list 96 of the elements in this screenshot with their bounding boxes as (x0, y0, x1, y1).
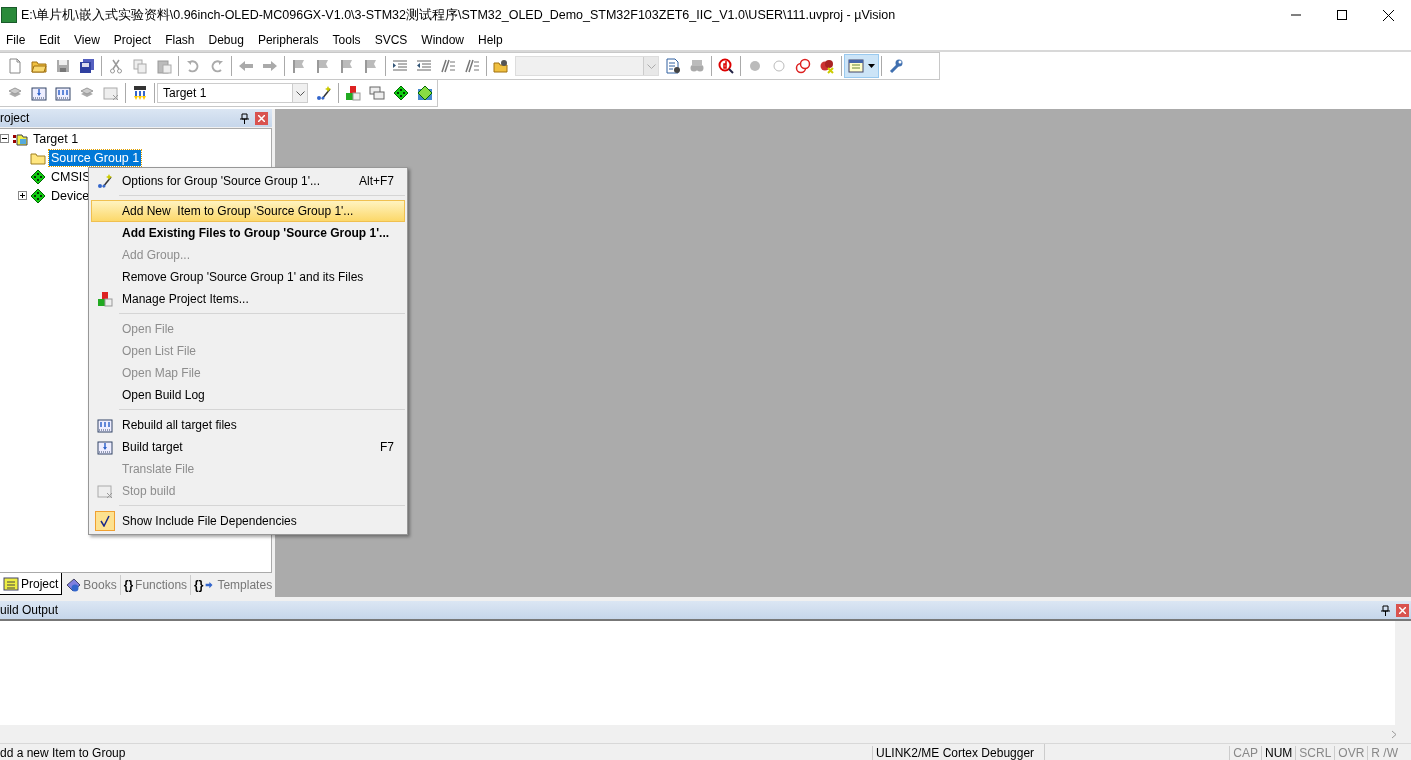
close-icon (258, 114, 265, 122)
panel-tab[interactable]: {} Functions (120, 575, 192, 595)
chevron-down-icon (295, 90, 305, 96)
stop-build-icon (97, 483, 113, 499)
back-arrow-icon[interactable] (238, 58, 254, 74)
chevron-down-icon (646, 63, 656, 69)
key-indicator: R /W (1367, 746, 1401, 760)
undo-icon[interactable] (185, 58, 201, 74)
diamond-icon (30, 168, 46, 185)
diamond-icon (30, 187, 46, 204)
scroll-right-icon[interactable] (1391, 729, 1397, 739)
blocks-icon[interactable] (345, 85, 361, 101)
windows-icon[interactable] (369, 85, 385, 101)
project-icon (3, 575, 19, 592)
tree-item[interactable]: Target 1 (31, 130, 81, 147)
build-icon (97, 439, 113, 455)
wrench-icon[interactable] (888, 58, 904, 74)
build-icon[interactable] (31, 85, 47, 101)
find-in-files-icon[interactable] (493, 58, 509, 74)
rebuild-icon[interactable] (55, 85, 71, 101)
menu-item[interactable]: Options for Group 'Source Group 1'... Alt+F7 (91, 170, 405, 192)
expand-toggle-icon[interactable] (18, 191, 27, 200)
close-icon (1382, 9, 1394, 21)
menu-item[interactable]: SVCS (367, 33, 415, 47)
paste-icon[interactable] (156, 58, 172, 74)
key-indicator: SCRL (1295, 746, 1335, 760)
blocks-icon (97, 291, 113, 307)
unindent-icon[interactable] (416, 58, 432, 74)
menu-item[interactable]: Debug (201, 33, 251, 47)
menu-item[interactable]: Flash (158, 33, 202, 47)
window-menu-button[interactable] (844, 54, 879, 78)
menu-item[interactable]: Edit (32, 33, 68, 47)
caret-icon (868, 64, 875, 68)
debug-icon[interactable] (718, 58, 734, 74)
menu-item[interactable]: Peripherals (250, 33, 326, 47)
diamond-icon[interactable] (393, 85, 409, 101)
panel-tab[interactable]: Books (62, 575, 121, 595)
key-indicator: OVR (1334, 746, 1368, 760)
collapse-toggle-icon[interactable] (0, 134, 9, 143)
menu-item[interactable]: Tools (325, 33, 368, 47)
pin-icon[interactable] (240, 112, 249, 124)
clear-breakpoints-icon[interactable] (819, 58, 835, 74)
menu-item[interactable]: Help (471, 33, 510, 47)
menu-item[interactable]: Remove Group 'Source Group 1' and its Files (91, 266, 405, 288)
comment-icon[interactable] (464, 58, 480, 74)
status-message: dd a new Item to Group (0, 746, 127, 760)
menu-item[interactable]: Build target F7 (91, 436, 405, 458)
close-button[interactable] (1396, 603, 1409, 617)
menu-item[interactable]: Open Build Log (91, 384, 405, 406)
window-title: E:\单片机\嵌入式实验资料\0.96inch-OLED-MC096GX-V1.0\3-STM32测试程序\STM32_OLED_Demo_STM32F103ZET6_IIC_V1.0\USER\111.uvproj - µVision (21, 6, 897, 24)
redo-icon[interactable] (209, 58, 225, 74)
diamond-icon[interactable] (417, 85, 433, 101)
download-icon[interactable] (132, 85, 148, 101)
document-search-icon[interactable] (665, 58, 681, 74)
menu-item[interactable]: Show Include File Dependencies (91, 510, 405, 532)
save-icon[interactable] (55, 58, 71, 74)
cut-icon[interactable] (108, 58, 124, 74)
menu-item[interactable]: File (0, 33, 33, 47)
menu-item[interactable]: Window (414, 33, 471, 47)
target-select[interactable]: Target 1 (157, 83, 308, 103)
wand-icon (97, 173, 113, 189)
panel-title: roject (0, 111, 31, 125)
menu-item[interactable]: Project (106, 33, 159, 47)
tree-item[interactable]: Source Group 1 (49, 149, 142, 166)
key-indicator: NUM (1260, 746, 1296, 760)
forward-arrow-icon[interactable] (262, 58, 278, 74)
menu-item[interactable]: Rebuild all target files (91, 414, 405, 436)
indent-icon[interactable] (392, 58, 408, 74)
close-icon (1399, 606, 1406, 614)
save-all-icon[interactable] (79, 58, 95, 74)
app-logo-icon (1, 7, 17, 23)
rebuild-icon (97, 417, 113, 433)
bookmark-icon[interactable] (339, 58, 355, 74)
panel-tab[interactable]: Project (0, 573, 63, 595)
maximize-icon (1337, 10, 1347, 20)
tree-item[interactable]: Device (49, 187, 92, 204)
debugger-label: ULINK2/ME Cortex Debugger (872, 746, 1044, 760)
breakpoints-icon[interactable] (795, 58, 811, 74)
menu-item[interactable]: View (67, 33, 107, 47)
close-button[interactable] (255, 111, 268, 125)
bookmark-icon[interactable] (363, 58, 379, 74)
menu-item[interactable]: Add New Item to Group 'Source Group 1'... (91, 200, 405, 222)
pin-icon[interactable] (1381, 604, 1390, 616)
wand-icon[interactable] (316, 85, 332, 101)
open-folder-icon[interactable] (31, 58, 47, 74)
menu-item[interactable]: Add Existing Files to Group 'Source Group 1'... (91, 222, 405, 244)
new-file-icon[interactable] (7, 58, 23, 74)
bookmark-icon[interactable] (315, 58, 331, 74)
bookmark-icon[interactable] (291, 58, 307, 74)
comment-icon[interactable] (440, 58, 456, 74)
key-indicator: CAP (1229, 746, 1261, 760)
menu-item[interactable]: Manage Project Items... (91, 288, 405, 310)
stop-build-icon[interactable] (103, 85, 119, 101)
panel-title: uild Output (0, 603, 60, 617)
book-icon (65, 577, 82, 593)
window-icon (848, 58, 864, 74)
